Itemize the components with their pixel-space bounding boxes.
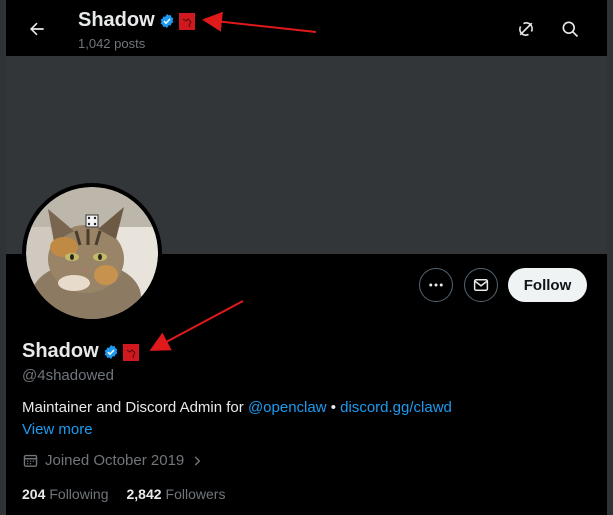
annotation-arrow-bottom — [149, 300, 244, 351]
display-name: Shadow — [22, 340, 99, 362]
joined-date[interactable]: Joined October 2019 — [22, 452, 204, 469]
follow-button[interactable]: Follow — [508, 268, 587, 302]
followers-label: Followers — [165, 486, 226, 502]
profile-bio: Maintainer and Discord Admin for @opencl… — [22, 399, 452, 416]
profile-header: Shadow 1,042 posts — [6, 0, 607, 56]
follow-stats: 204 Following 2,842 Followers — [22, 486, 225, 502]
cat-avatar-image — [26, 187, 158, 319]
verified-badge-icon — [160, 13, 174, 28]
back-button[interactable] — [20, 12, 54, 46]
following-count: 204 — [22, 486, 46, 502]
page-edge-right — [607, 0, 613, 515]
followers-link[interactable]: 2,842 Followers — [127, 486, 226, 502]
grok-icon — [519, 22, 533, 36]
calendar-icon — [23, 454, 38, 467]
more-icon — [429, 283, 443, 287]
header-name: Shadow — [78, 9, 155, 31]
grok-button[interactable] — [510, 13, 542, 45]
header-title: Shadow — [78, 9, 195, 32]
more-button[interactable] — [419, 268, 453, 302]
search-button[interactable] — [554, 13, 586, 45]
verified-badge-icon[interactable] — [103, 344, 119, 360]
following-label: Following — [49, 486, 109, 502]
back-arrow-icon — [30, 22, 44, 36]
bio-url-link[interactable]: discord.gg/clawd — [340, 399, 452, 416]
search-icon — [562, 21, 579, 38]
bio-text: Maintainer and Discord Admin for — [22, 399, 248, 416]
avatar[interactable] — [22, 183, 162, 323]
flag-badge-icon — [178, 12, 195, 30]
flag-badge-icon[interactable] — [122, 343, 139, 361]
message-icon — [473, 279, 489, 291]
followers-count: 2,842 — [126, 486, 162, 502]
joined-text: Joined October 2019 — [45, 452, 185, 469]
bio-mention-link[interactable]: @openclaw — [248, 399, 327, 416]
following-link[interactable]: 204 Following — [22, 486, 109, 502]
bio-separator: • — [326, 399, 341, 416]
message-button[interactable] — [464, 268, 498, 302]
profile-name: Shadow — [22, 340, 139, 363]
chevron-right-icon — [195, 455, 201, 466]
view-more-link[interactable]: View more — [22, 421, 93, 438]
profile-handle: @4shadowed — [22, 367, 114, 384]
posts-count: 1,042 posts — [78, 36, 146, 51]
